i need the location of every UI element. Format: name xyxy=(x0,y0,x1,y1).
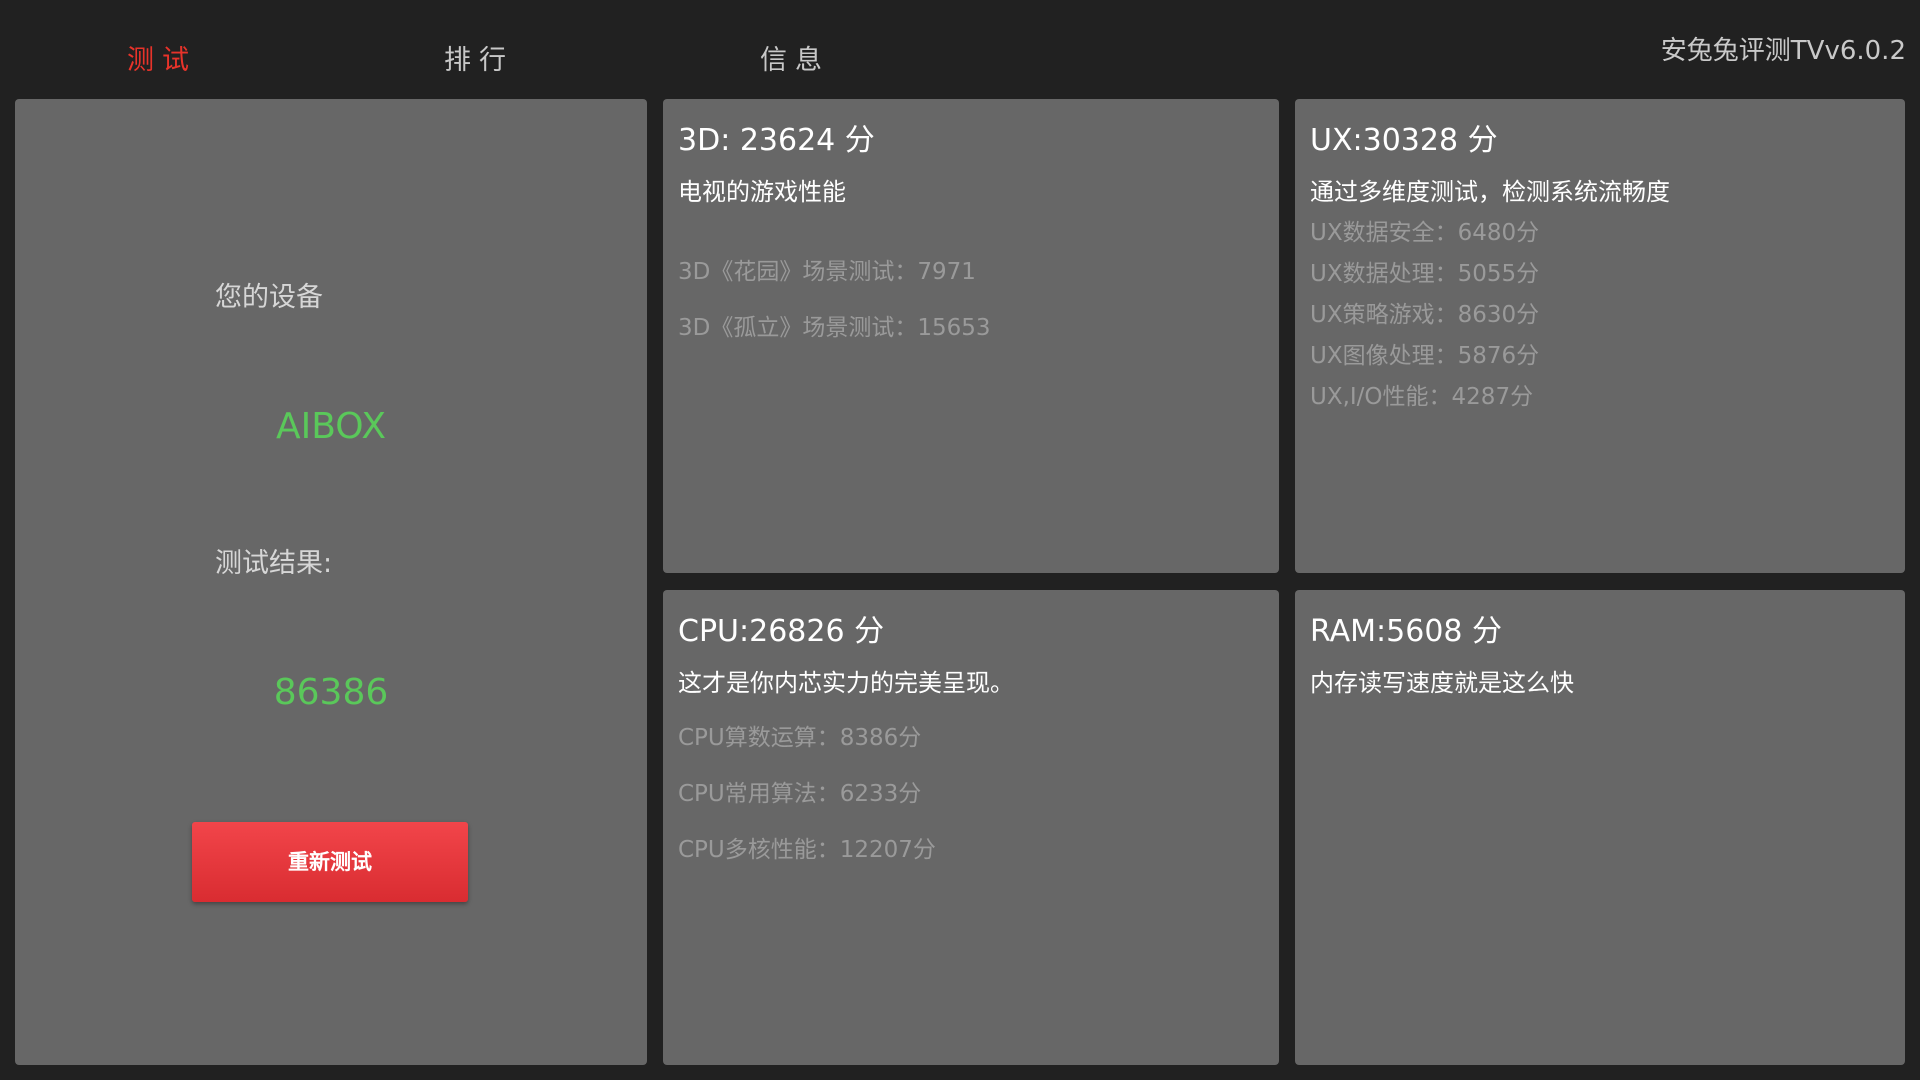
ux-score-item: UX,I/O性能：4287分 xyxy=(1310,384,1534,410)
device-label: 您的设备 xyxy=(215,282,323,313)
ux-score-item: UX图像处理：5876分 xyxy=(1310,343,1540,369)
gpu-score-item: 3D《孤立》场景测试：15653 xyxy=(678,315,991,341)
cpu-score-item: CPU算数运算：8386分 xyxy=(678,725,922,751)
app-root: 测试 排行 信息 安兔兔评测TVv6.0.2 您的设备 AIBOX 测试结果: … xyxy=(0,0,1920,1080)
ram-score-subtitle: 内存读写速度就是这么快 xyxy=(1310,669,1574,697)
gpu-score-item: 3D《花园》场景测试：7971 xyxy=(678,259,976,285)
ram-score-title: RAM:5608 分 xyxy=(1310,614,1503,649)
top-bar: 测试 排行 信息 安兔兔评测TVv6.0.2 xyxy=(0,0,1920,98)
app-title: 安兔兔评测TVv6.0.2 xyxy=(1660,36,1906,66)
result-label: 测试结果: xyxy=(215,548,333,579)
tab-info[interactable]: 信息 xyxy=(760,38,830,77)
ux-score-item: UX数据处理：5055分 xyxy=(1310,261,1540,287)
ram-score-card[interactable]: RAM:5608 分 内存读写速度就是这么快 xyxy=(1295,590,1905,1065)
device-name: AIBOX xyxy=(275,406,386,447)
gpu-score-card[interactable]: 3D: 23624 分 电视的游戏性能 3D《花园》场景测试：7971 3D《孤… xyxy=(663,99,1279,573)
cpu-score-item: CPU常用算法：6233分 xyxy=(678,781,922,807)
gpu-score-subtitle: 电视的游戏性能 xyxy=(678,178,846,206)
total-score: 86386 xyxy=(273,672,389,713)
device-panel: 您的设备 AIBOX 测试结果: 86386 重新测试 xyxy=(15,99,647,1065)
retest-button[interactable]: 重新测试 xyxy=(192,822,468,902)
gpu-score-title: 3D: 23624 分 xyxy=(678,123,875,158)
cpu-score-item: CPU多核性能：12207分 xyxy=(678,837,936,863)
ux-score-title: UX:30328 分 xyxy=(1310,123,1498,158)
ux-score-subtitle: 通过多维度测试，检测系统流畅度 xyxy=(1310,178,1670,206)
cpu-score-card[interactable]: CPU:26826 分 这才是你内芯实力的完美呈现。 CPU算数运算：8386分… xyxy=(663,590,1279,1065)
cpu-score-subtitle: 这才是你内芯实力的完美呈现。 xyxy=(678,669,1014,697)
cpu-score-title: CPU:26826 分 xyxy=(678,614,885,649)
tab-test[interactable]: 测试 xyxy=(127,38,197,77)
tab-ranking[interactable]: 排行 xyxy=(444,38,514,77)
ux-score-item: UX策略游戏：8630分 xyxy=(1310,302,1540,328)
ux-score-item: UX数据安全：6480分 xyxy=(1310,220,1540,246)
ux-score-card[interactable]: UX:30328 分 通过多维度测试，检测系统流畅度 UX数据安全：6480分 … xyxy=(1295,99,1905,573)
